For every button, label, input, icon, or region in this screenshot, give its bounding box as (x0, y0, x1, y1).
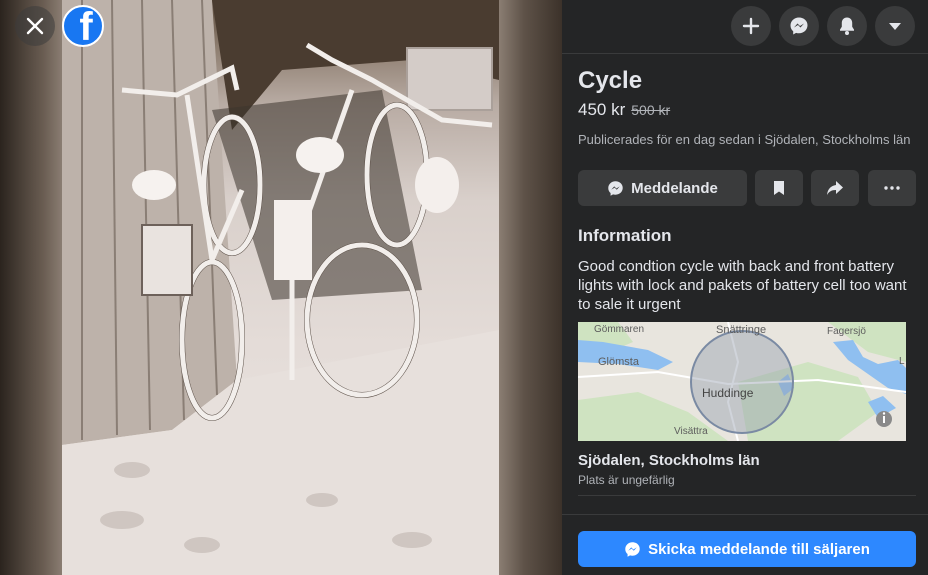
facebook-logo-glyph: f (79, 5, 93, 47)
listing-photo[interactable] (62, 0, 499, 575)
messenger-icon (790, 17, 808, 35)
map-label-glomsta: Glömsta (598, 356, 639, 368)
create-button[interactable] (731, 6, 771, 46)
price-row: 450 kr 500 kr (578, 99, 916, 121)
more-icon (884, 186, 900, 190)
more-options-button[interactable] (868, 170, 916, 206)
bottom-action-bar: Skicka meddelande till säljaren (562, 514, 928, 575)
message-button[interactable]: Meddelande (578, 170, 747, 206)
listing-description: Good condtion cycle with back and front … (578, 258, 907, 313)
share-button[interactable] (811, 170, 859, 206)
plus-icon (742, 17, 760, 35)
bookmark-icon (774, 181, 784, 195)
listing-title: Cycle (578, 67, 643, 94)
map-label-gommaren: Gömmaren (594, 324, 645, 335)
account-menu-button[interactable] (875, 6, 915, 46)
close-icon (26, 17, 44, 35)
top-navigation (562, 0, 928, 54)
messenger-icon (608, 180, 623, 196)
location-name: Sjödalen, Stockholms län (578, 452, 760, 469)
map-label-huddinge: Huddinge (702, 386, 754, 400)
map-label-edge: L (899, 356, 905, 367)
messenger-icon (625, 541, 640, 557)
map-label-fagersjo: Fagersjö (827, 326, 866, 337)
posted-info: Publicerades för en dag sedan i Sjödalen… (578, 132, 911, 147)
send-message-label: Skicka meddelande till säljaren (648, 540, 870, 558)
notifications-button[interactable] (827, 6, 867, 46)
photo-blur-left (0, 0, 62, 575)
send-message-to-seller-button[interactable]: Skicka meddelande till säljaren (578, 531, 916, 567)
photo-blur-right (499, 0, 562, 575)
caret-down-icon (889, 23, 901, 30)
location-note: Plats är ungefärlig (578, 473, 675, 487)
section-divider (578, 495, 916, 496)
information-heading: Information (578, 226, 672, 245)
map-label-visattra: Visättra (674, 426, 708, 437)
save-button[interactable] (755, 170, 803, 206)
bell-icon (840, 17, 854, 35)
messenger-button[interactable] (779, 6, 819, 46)
listing-content: Cycle 450 kr 500 kr Publicerades för en d… (578, 54, 916, 496)
map-label-snattringe: Snättringe (716, 324, 767, 336)
close-button[interactable] (15, 6, 55, 46)
listing-details-panel: Cycle 450 kr 500 kr Publicerades för en d… (562, 0, 928, 575)
location-map[interactable]: Gömmaren Snättringe Fagersjö Glömsta Hud… (578, 322, 906, 441)
marketplace-item-view: f Cycle 450 kr 500 kr Publicerades för e… (0, 0, 928, 575)
share-icon (827, 181, 843, 195)
media-viewer: f (0, 0, 562, 575)
bicycles-in-snow-image (62, 0, 499, 575)
message-button-label: Meddelande (631, 179, 718, 197)
original-price: 500 kr (631, 102, 671, 118)
map-graphic (578, 322, 906, 441)
listing-price: 450 kr (578, 100, 626, 119)
facebook-logo[interactable]: f (62, 5, 104, 47)
action-buttons: Meddelande (578, 170, 916, 206)
